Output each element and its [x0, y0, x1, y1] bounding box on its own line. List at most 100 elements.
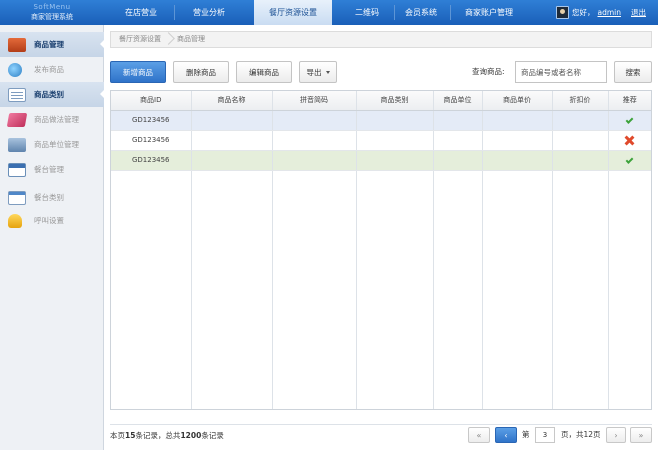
recommend-cell	[608, 150, 651, 171]
table-cell	[272, 150, 357, 171]
sidebar-item-table-category[interactable]: 餐台类别	[0, 185, 104, 210]
top-bar: SoftMenu 商家管理系统 在店营业 营业分析 餐厅资源设置 二维码 会员系…	[0, 0, 658, 25]
total-record-count: 1200	[180, 431, 202, 440]
column-header[interactable]: 商品单位	[433, 91, 483, 111]
nav-membership[interactable]: 会员系统	[398, 0, 444, 25]
column-header[interactable]: 推荐	[608, 91, 651, 111]
column-header[interactable]: 折扣价	[552, 91, 609, 111]
check-icon[interactable]	[625, 116, 634, 124]
export-dropdown[interactable]: 导出	[299, 61, 337, 83]
sidebar-item-label: 餐台类别	[34, 193, 64, 202]
sidebar-item-publish-product[interactable]: 发布商品	[0, 57, 104, 82]
nav-qrcode[interactable]: 二维码	[344, 0, 390, 25]
table-cell	[433, 150, 483, 171]
next-page-button[interactable]: ›	[606, 427, 626, 443]
table-cell	[482, 130, 553, 151]
sidebar-item-recipe-management[interactable]: 商品做法管理	[0, 107, 104, 132]
table-cell	[272, 130, 357, 151]
breadcrumb-item[interactable]: 餐厅资源设置	[111, 32, 169, 47]
column-header[interactable]: 商品类别	[356, 91, 434, 111]
sidebar-item-product-category[interactable]: 商品类别	[0, 82, 105, 107]
page-prefix: 第	[522, 430, 530, 439]
sidebar-item-call-settings[interactable]: 呼叫设置	[0, 208, 104, 233]
export-label: 导出	[306, 67, 322, 77]
nav-resources[interactable]: 餐厅资源设置	[254, 0, 332, 25]
edit-product-button[interactable]: 编辑商品	[236, 61, 292, 83]
table-row[interactable]: GD123456	[111, 110, 651, 131]
table-cell	[552, 150, 609, 171]
sidebar-item-label: 餐台管理	[34, 165, 64, 174]
table-cell	[552, 130, 609, 151]
footer-divider	[110, 424, 652, 425]
double-chevron-right-icon: »	[638, 430, 644, 440]
table-cell	[482, 150, 553, 171]
column-header[interactable]: 拼音简码	[272, 91, 357, 111]
nav-account[interactable]: 商家账户管理	[454, 0, 524, 25]
table-cell	[356, 150, 434, 171]
first-page-button[interactable]: «	[468, 427, 490, 443]
column-header[interactable]: 商品名称	[191, 91, 273, 111]
chevron-left-icon: ‹	[504, 430, 508, 440]
user-area: 您好， admin 退出	[556, 5, 646, 20]
book-icon	[8, 37, 26, 52]
logout-link[interactable]: 退出	[631, 7, 646, 18]
nav-divider	[394, 5, 395, 20]
avatar[interactable]	[556, 6, 569, 19]
app-title: 商家管理系统	[31, 13, 73, 21]
greeting: 您好，	[572, 8, 595, 17]
caret-down-icon	[325, 70, 330, 74]
search-input[interactable]	[515, 61, 607, 83]
column-header[interactable]: 商品ID	[111, 91, 192, 111]
nav-analysis[interactable]: 营业分析	[178, 0, 240, 25]
last-page-button[interactable]: »	[630, 427, 652, 443]
product-id-cell: GD123456	[111, 150, 192, 171]
table-cell	[482, 110, 553, 131]
summary-text: 条记录，总共	[135, 431, 181, 440]
sidebar-item-unit-management[interactable]: 商品单位管理	[0, 132, 104, 157]
check-icon[interactable]	[625, 156, 634, 164]
sidebar-item-label: 商品做法管理	[34, 115, 79, 124]
sidebar-item-product-management[interactable]: 商品管理	[0, 32, 105, 57]
page-suffix: 页，共12页	[561, 430, 601, 439]
delete-product-button[interactable]: 删除商品	[173, 61, 229, 83]
product-table: 商品ID 商品名称 拼音简码 商品类别 商品单位 商品单价 折扣价 推荐 GD1…	[110, 90, 652, 410]
table-cell	[191, 130, 273, 151]
chevron-right-icon: ›	[614, 430, 618, 440]
globe-icon	[8, 62, 22, 77]
table-cell	[272, 110, 357, 131]
cross-icon[interactable]	[625, 136, 634, 145]
app-logo: SoftMenu 商家管理系统	[0, 0, 104, 25]
table-row[interactable]: GD123456	[111, 130, 651, 151]
sidebar-item-table-management[interactable]: 餐台管理	[0, 157, 104, 182]
record-summary: 本页15条记录，总共1200条记录	[110, 429, 224, 442]
recipe-icon	[6, 112, 28, 127]
search-label: 查询商品:	[472, 67, 505, 76]
sidebar-item-label: 发布商品	[34, 65, 64, 74]
table-cell	[356, 110, 434, 131]
column-header[interactable]: 商品单价	[482, 91, 553, 111]
recommend-cell	[608, 130, 651, 151]
page-record-count: 15	[125, 431, 136, 440]
product-id-cell: GD123456	[111, 110, 192, 131]
table-cell	[191, 110, 273, 131]
summary-text: 本页	[110, 431, 125, 440]
breadcrumb: 餐厅资源设置 商品管理	[110, 31, 652, 48]
product-id-cell: GD123456	[111, 130, 192, 151]
sidebar: 商品管理 发布商品 商品类别 商品做法管理 商品单位管理 餐台管理 餐台类别 呼…	[0, 25, 105, 450]
sidebar-item-label: 呼叫设置	[34, 216, 64, 225]
table-header: 商品ID 商品名称 拼音简码 商品类别 商品单位 商品单价 折扣价 推荐	[111, 91, 651, 111]
nav-divider	[450, 5, 451, 20]
breadcrumb-item: 商品管理	[177, 35, 205, 43]
recommend-cell	[608, 110, 651, 131]
username-link[interactable]: admin	[598, 8, 622, 17]
nav-in-store[interactable]: 在店营业	[112, 0, 170, 25]
table-row[interactable]: GD123456	[111, 150, 651, 171]
window-icon	[8, 190, 26, 205]
table-cell	[433, 130, 483, 151]
empty-table-area	[111, 170, 651, 409]
page-number-input[interactable]	[535, 427, 555, 443]
add-product-button[interactable]: 新增商品	[110, 61, 166, 83]
prev-page-button[interactable]: ‹	[495, 427, 517, 443]
search-button[interactable]: 搜索	[614, 61, 652, 83]
calendar-icon	[8, 162, 26, 177]
